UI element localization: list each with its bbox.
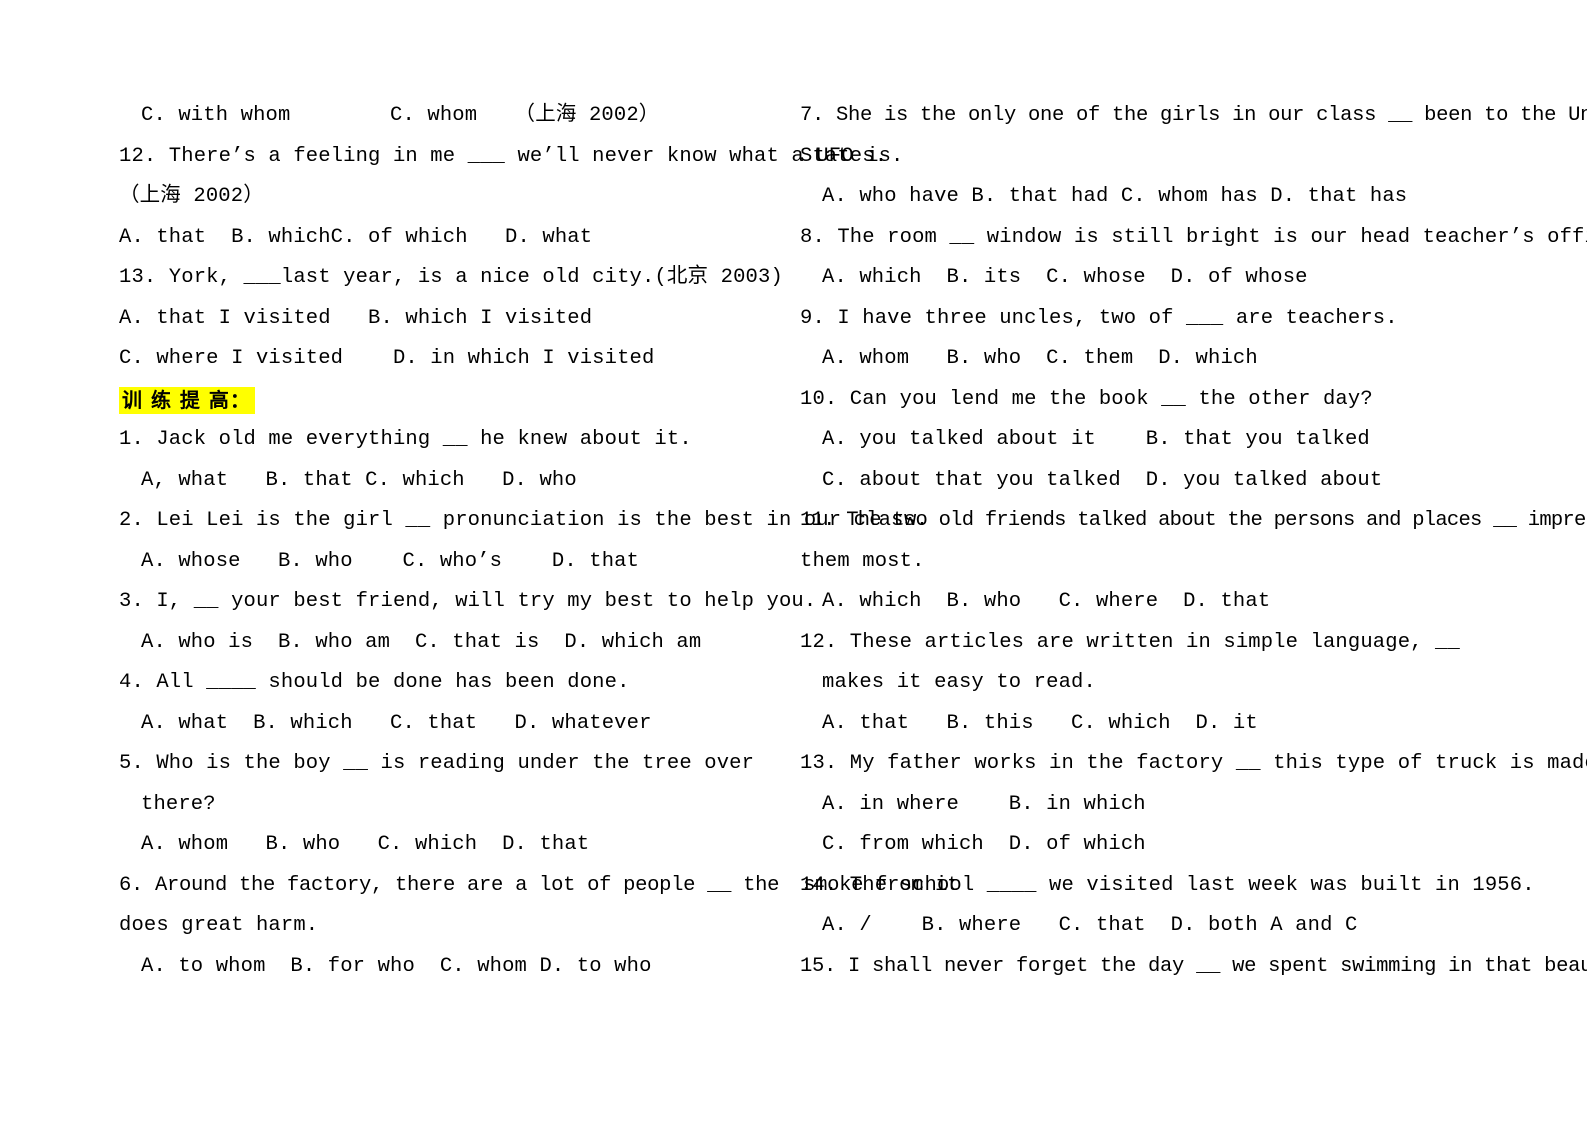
text-line: A. who is B. who am C. that is D. which … bbox=[141, 630, 702, 654]
text-line: 13. York, ___last year, is a nice old ci… bbox=[119, 266, 783, 289]
text-line: 4. All ____ should be done has been done… bbox=[119, 671, 630, 694]
text-line: 13. My father works in the factory __ th… bbox=[800, 752, 1587, 775]
text-line: A. that B. this C. which D. it bbox=[822, 711, 1258, 735]
text-line: A. you talked about it B. that you talke… bbox=[822, 428, 1370, 451]
text-line: States. bbox=[800, 144, 888, 168]
text-line: C. with whom C. whom （上海 2002） bbox=[141, 104, 660, 127]
text-line: （上海 2002） bbox=[119, 185, 264, 208]
text-line: A. which B. its C. whose D. of whose bbox=[822, 266, 1308, 289]
text-line: A. what B. which C. that D. whatever bbox=[141, 711, 652, 735]
text-line: there? bbox=[141, 792, 216, 816]
text-line: 7. She is the only one of the girls in o… bbox=[800, 104, 1587, 127]
text-line: 3. I, __ your best friend, will try my b… bbox=[119, 590, 817, 613]
text-line: C. about that you talked D. you talked a… bbox=[822, 468, 1383, 492]
text-line: A. / B. where C. that D. both A and C bbox=[822, 914, 1358, 937]
text-line: A. which B. who C. where D. that bbox=[822, 590, 1271, 613]
text-line: 10. Can you lend me the book __ the othe… bbox=[800, 387, 1373, 411]
text-line: makes it easy to read. bbox=[822, 671, 1096, 694]
text-line: A. whom B. who C. which D. that bbox=[141, 833, 590, 856]
text-line: A. in where B. in which bbox=[822, 792, 1146, 816]
text-line: 1. Jack old me everything __ he knew abo… bbox=[119, 428, 692, 451]
text-line: them most. bbox=[800, 549, 925, 573]
text-line: 6. Around the factory, there are a lot o… bbox=[119, 873, 960, 897]
text-line: A. whose B. who C. who’s D. that bbox=[141, 549, 640, 573]
text-line: A. whom B. who C. them D. which bbox=[822, 347, 1258, 370]
text-line: C. from which D. of which bbox=[822, 833, 1146, 856]
text-line: 8. The room __ window is still bright is… bbox=[800, 225, 1587, 249]
section-heading: 训 练 提 高： bbox=[119, 380, 784, 421]
text-line: 11. The two old friends talked about the… bbox=[800, 509, 1587, 532]
text-line: 12. There’s a feeling in me ___ we’ll ne… bbox=[119, 144, 904, 168]
text-line: A. that B. whichC. of which D. what bbox=[119, 225, 593, 249]
text-line: A. who have B. that had C. whom has D. t… bbox=[822, 185, 1408, 208]
right-column: 7. She is the only one of the girls in o… bbox=[800, 96, 1587, 987]
text-line: 9. I have three uncles, two of ___ are t… bbox=[800, 306, 1398, 330]
section-heading-highlight: 训 练 提 高： bbox=[119, 386, 255, 414]
text-line: 5. Who is the boy __ is reading under th… bbox=[119, 752, 755, 775]
text-line: 15. I shall never forget the day __ we s… bbox=[800, 954, 1587, 978]
text-line: A. that I visited B. which I visited bbox=[119, 306, 593, 330]
text-line: 2. Lei Lei is the girl __ pronunciation … bbox=[119, 509, 929, 532]
text-line: C. where I visited D. in which I visited bbox=[119, 347, 655, 370]
text-line: A. to whom B. for who C. whom D. to who bbox=[141, 954, 652, 978]
text-line: 12. These articles are written in simple… bbox=[800, 630, 1460, 654]
text-line: does great harm. bbox=[119, 914, 319, 937]
text-line: 14. The school ____ we visited last week… bbox=[800, 873, 1535, 897]
text-line: A, what B. that C. which D. who bbox=[141, 468, 577, 492]
worksheet-page: C. with whom C. whom （上海 2002） 12. There… bbox=[0, 0, 1587, 1123]
left-column: C. with whom C. whom （上海 2002） 12. There… bbox=[119, 96, 960, 987]
